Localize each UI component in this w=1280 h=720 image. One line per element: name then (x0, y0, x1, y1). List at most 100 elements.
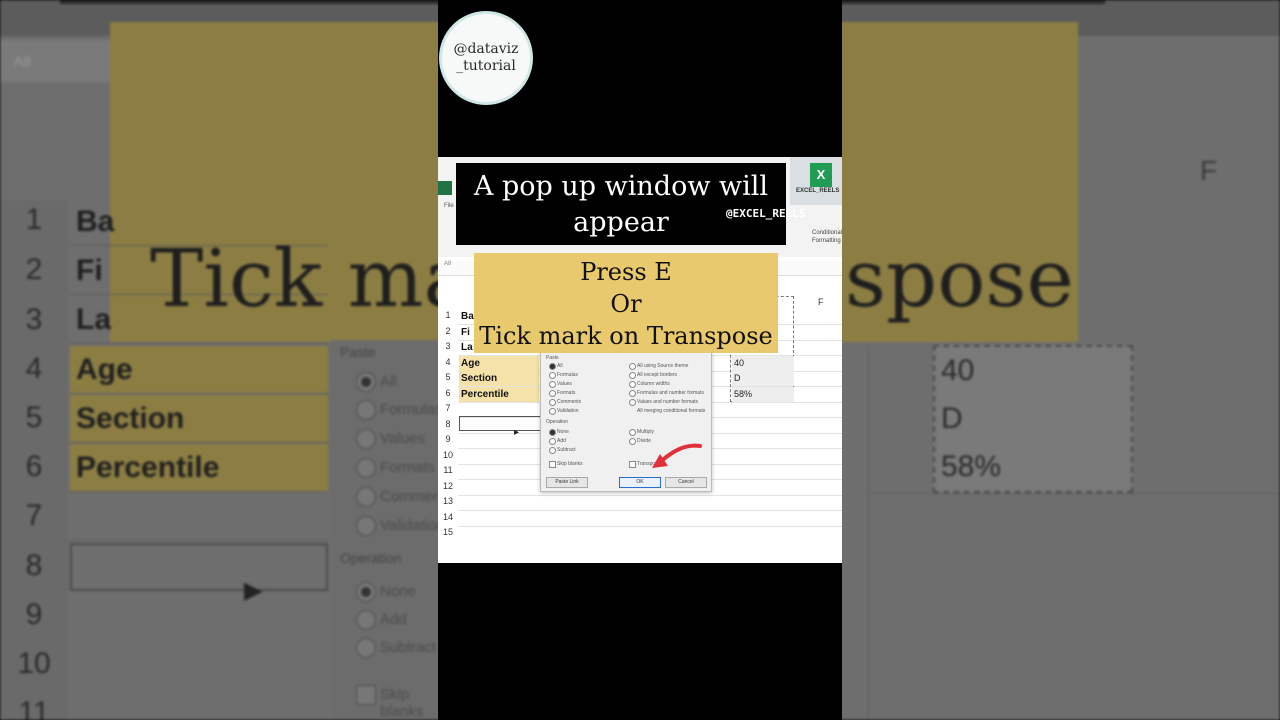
caption-instruction: Press E Or Tick mark on Transpose (474, 253, 778, 353)
radio-op-multiply[interactable] (629, 429, 636, 436)
radio-paste-formats[interactable] (549, 390, 556, 397)
name-box[interactable]: A8 (438, 261, 451, 267)
skip-blanks-checkbox[interactable] (549, 461, 556, 468)
background-copied-range: 40 D 58% (933, 345, 1133, 493)
background-cursor-icon: ▶ (244, 577, 263, 604)
row-number[interactable]: 8 (438, 419, 458, 429)
red-arrow-icon (652, 443, 702, 468)
background-radio-label: Add (380, 611, 407, 628)
instruction-line: Press E (580, 258, 672, 286)
background-dialog: Paste All Formulas Values Formats Commen… (330, 340, 453, 720)
radio-paste-all[interactable] (549, 363, 556, 370)
conditional-formatting-button[interactable]: Conditional Formatting (812, 229, 842, 245)
radio-label: Validation (557, 408, 579, 414)
background-row-number: 3 (25, 303, 43, 336)
row-number[interactable]: 13 (438, 496, 458, 506)
radio-label: All except borders (637, 372, 678, 378)
radio-paste-column-widths[interactable] (629, 381, 636, 388)
background-radio-label: Formats (380, 459, 436, 476)
cell-a4[interactable]: Age (459, 356, 539, 371)
background-radio (356, 638, 376, 658)
background-caption-text: spose (845, 232, 1074, 325)
radio-op-divide[interactable] (629, 438, 636, 445)
cursor-icon: ▸ (514, 427, 520, 438)
column-header-f[interactable]: F (818, 297, 824, 307)
background-radio (356, 582, 376, 602)
radio-paste-comments[interactable] (549, 399, 556, 406)
background-name-box: A8 (0, 40, 110, 82)
row-number[interactable]: 7 (438, 403, 458, 413)
background-paste-label: Paste (340, 344, 376, 360)
radio-paste-values-numbers[interactable] (629, 399, 636, 406)
background-row-number: 1 (25, 203, 43, 236)
row-number[interactable]: 6 (438, 388, 458, 398)
paste-link-button[interactable]: Paste Link (546, 477, 588, 488)
radio-label: Multiply (637, 429, 654, 435)
row-number[interactable]: 11 (438, 465, 458, 475)
radio-label: Values (557, 381, 572, 387)
row-number[interactable]: 14 (438, 512, 458, 522)
background-radio (356, 429, 376, 449)
cancel-button[interactable]: Cancel (665, 477, 707, 488)
radio-label: Formulas and number formats (637, 390, 704, 396)
paste-section-label: Paste (546, 355, 559, 361)
row-number[interactable]: 12 (438, 481, 458, 491)
radio-label: None (557, 429, 569, 435)
checkbox-label: Skip blanks (557, 461, 583, 467)
row-number[interactable]: 4 (438, 357, 458, 367)
background-radio (356, 610, 376, 630)
background-checkbox (356, 685, 376, 705)
transpose-checkbox[interactable] (629, 461, 636, 468)
row-number[interactable]: 2 (438, 326, 458, 336)
background-row-number: 7 (25, 499, 43, 532)
row-number[interactable]: 15 (438, 527, 458, 537)
row-number[interactable]: 3 (438, 341, 458, 351)
ribbon-file-tab[interactable]: File (444, 203, 454, 209)
gridline (458, 510, 842, 511)
radio-label: Formulas (557, 372, 578, 378)
excel-logo-icon: X (810, 163, 832, 187)
logo-text: @dataviz (453, 41, 519, 57)
background-selected-cell (70, 543, 328, 591)
excel-save-icon[interactable] (438, 181, 452, 195)
ok-button[interactable]: OK (619, 477, 661, 488)
radio-op-add[interactable] (549, 438, 556, 445)
background-row-number: 9 (25, 598, 43, 631)
cell-a6[interactable]: Percentile (459, 387, 539, 402)
channel-logo: @dataviz _tutorial (442, 14, 530, 102)
background-radio (356, 458, 376, 478)
background-radio-label: Subtract (380, 639, 436, 656)
background-value: D (941, 402, 963, 435)
background-radio-label: All (380, 373, 397, 390)
radio-paste-values[interactable] (549, 381, 556, 388)
radio-op-subtract[interactable] (549, 447, 556, 454)
value-cell[interactable]: 40 (732, 356, 794, 371)
row-number[interactable]: 9 (438, 434, 458, 444)
background-radio-label: Formulas (380, 401, 443, 418)
selected-cell-a8[interactable] (459, 416, 543, 431)
radio-paste-source-theme[interactable] (629, 363, 636, 370)
background-cell: Age (70, 346, 328, 394)
excel-badge-label: EXCEL_REELS (796, 188, 840, 194)
radio-op-none[interactable] (549, 429, 556, 436)
cell-a5[interactable]: Section (459, 371, 539, 386)
background-row-number: 10 (17, 647, 51, 680)
background-row-number: 2 (25, 253, 43, 286)
background-value: 40 (941, 354, 975, 387)
radio-label: All using Source theme (637, 363, 689, 369)
radio-paste-formulas[interactable] (549, 372, 556, 379)
radio-label: Subtract (557, 447, 576, 453)
row-number[interactable]: 10 (438, 450, 458, 460)
radio-paste-except-borders[interactable] (629, 372, 636, 379)
radio-paste-formulas-numbers[interactable] (629, 390, 636, 397)
radio-label: Formats (557, 390, 576, 396)
radio-label: All merging conditional formats (637, 408, 706, 414)
radio-label: Comments (557, 399, 582, 405)
row-number[interactable]: 1 (438, 310, 458, 320)
radio-paste-validation[interactable] (549, 408, 556, 415)
row-number[interactable]: 5 (438, 372, 458, 382)
value-cell[interactable]: D (732, 371, 794, 386)
background-radio (356, 400, 376, 420)
caption-popup: A pop up window will appear (456, 163, 786, 245)
value-cell[interactable]: 58% (732, 387, 794, 402)
